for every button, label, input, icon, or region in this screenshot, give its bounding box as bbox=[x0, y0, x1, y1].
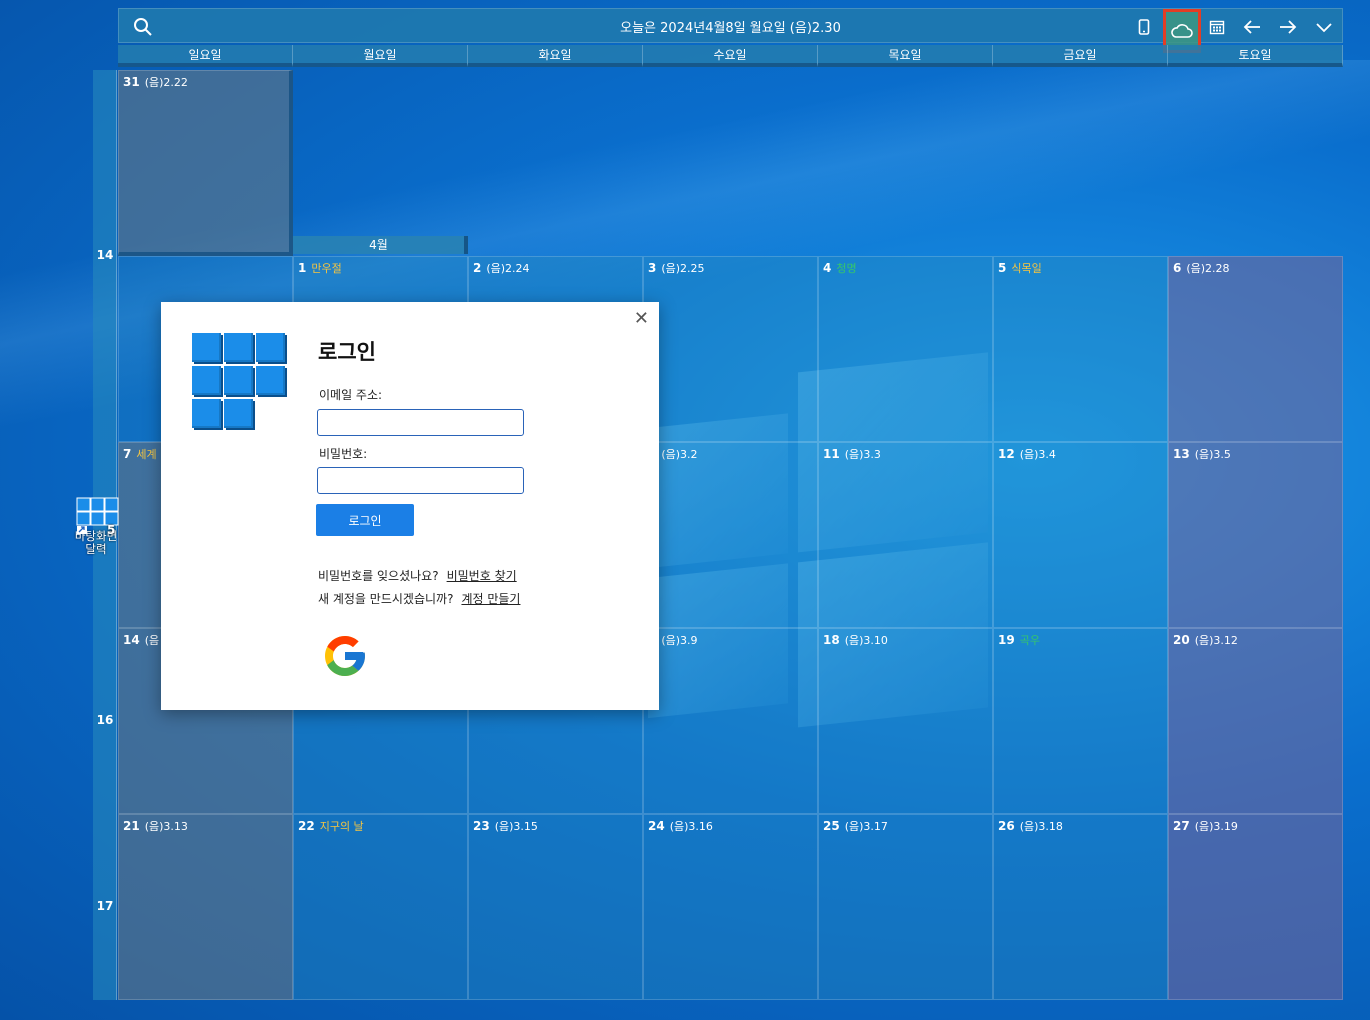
weekday-fri: 금요일 bbox=[993, 45, 1168, 67]
signup-link[interactable]: 계정 만들기 bbox=[461, 592, 520, 606]
day-cell[interactable]: 18 (음)3.10 bbox=[818, 628, 993, 814]
day-cell[interactable]: 3 (음)2.25 bbox=[643, 256, 818, 442]
chevron-down-icon[interactable] bbox=[1310, 13, 1338, 40]
week-number: 14 bbox=[96, 248, 114, 262]
weekday-tue: 화요일 bbox=[468, 45, 643, 67]
day-cell[interactable]: 20 (음)3.12 bbox=[1168, 628, 1343, 814]
day-cell[interactable]: 4 청명 bbox=[818, 256, 993, 442]
day-cell[interactable]: 26 (음)3.18 bbox=[993, 814, 1168, 1000]
day-cell[interactable]: 12 (음)3.4 bbox=[993, 442, 1168, 628]
day-cell[interactable]: 19 곡우 bbox=[993, 628, 1168, 814]
weekday-sat: 토요일 bbox=[1168, 45, 1343, 67]
weekday-header: 일요일 월요일 화요일 수요일 목요일 금요일 토요일 bbox=[118, 45, 1343, 67]
day-cell[interactable]: 27 (음)3.19 bbox=[1168, 814, 1343, 1000]
calendar-toolbar: 오늘은 2024년4월8일 월요일 (음)2.30 bbox=[118, 8, 1343, 53]
login-dialog: ✕ 로그인 이메일 주소: 비밀번호: 로그인 비밀번호를 잊으셨나요? 비밀번호… bbox=[161, 302, 659, 710]
week-number: 17 bbox=[96, 899, 114, 913]
forgot-password-text: 비밀번호를 잊으셨나요? bbox=[318, 569, 439, 583]
calendar-icon[interactable] bbox=[1203, 13, 1231, 40]
day-cell[interactable]: 23 (음)3.15 bbox=[468, 814, 643, 1000]
day-cell[interactable]: 31 (음)2.22 bbox=[118, 70, 293, 256]
arrow-left-icon[interactable] bbox=[1238, 13, 1266, 40]
password-label: 비밀번호: bbox=[319, 447, 368, 461]
forgot-password-row: 비밀번호를 잊으셨나요? 비밀번호 찾기 bbox=[318, 567, 517, 584]
close-icon[interactable]: ✕ bbox=[634, 308, 649, 329]
day-cell[interactable]: 25 (음)3.17 bbox=[818, 814, 993, 1000]
desktop-calendar-shortcut[interactable]: 5 바탕화면 달력 bbox=[68, 496, 124, 556]
search-icon[interactable] bbox=[133, 17, 153, 37]
phone-icon[interactable] bbox=[1130, 13, 1158, 40]
weekday-wed: 수요일 bbox=[643, 45, 818, 67]
desktop-icon-badge: 5 bbox=[107, 523, 116, 537]
forgot-password-link[interactable]: 비밀번호 찾기 bbox=[447, 569, 517, 583]
day-cell[interactable]: 21 (음)3.13 bbox=[118, 814, 293, 1000]
day-cell[interactable]: 7(음)3.9 bbox=[643, 628, 818, 814]
google-icon[interactable] bbox=[321, 632, 369, 684]
day-cell[interactable]: 5 식목일 bbox=[993, 256, 1168, 442]
weekday-thu: 목요일 bbox=[818, 45, 993, 67]
signup-text: 새 계정을 만드시겠습니까? bbox=[318, 592, 454, 606]
weekday-mon: 월요일 bbox=[293, 45, 468, 67]
arrow-right-icon[interactable] bbox=[1274, 13, 1302, 40]
day-cell[interactable]: 13 (음)3.5 bbox=[1168, 442, 1343, 628]
signup-row: 새 계정을 만드시겠습니까? 계정 만들기 bbox=[318, 590, 520, 607]
day-cell[interactable]: 22 지구의 날 bbox=[293, 814, 468, 1000]
day-cell[interactable]: 6 (음)2.28 bbox=[1168, 256, 1343, 442]
email-label: 이메일 주소: bbox=[319, 388, 383, 402]
email-field[interactable] bbox=[317, 409, 524, 436]
today-title: 오늘은 2024년4월8일 월요일 (음)2.30 bbox=[620, 21, 841, 36]
day-cell[interactable]: 0(음)3.2 bbox=[643, 442, 818, 628]
week-number: 16 bbox=[96, 713, 114, 727]
login-button[interactable]: 로그인 bbox=[316, 504, 414, 536]
day-cell[interactable]: 24 (음)3.16 bbox=[643, 814, 818, 1000]
password-field[interactable] bbox=[317, 467, 524, 494]
day-cell[interactable]: 11 (음)3.3 bbox=[818, 442, 993, 628]
calendar-app-icon: 5 bbox=[73, 496, 119, 537]
weekday-sun: 일요일 bbox=[118, 45, 293, 67]
login-title: 로그인 bbox=[318, 340, 376, 364]
month-label: 4월 bbox=[293, 236, 468, 254]
